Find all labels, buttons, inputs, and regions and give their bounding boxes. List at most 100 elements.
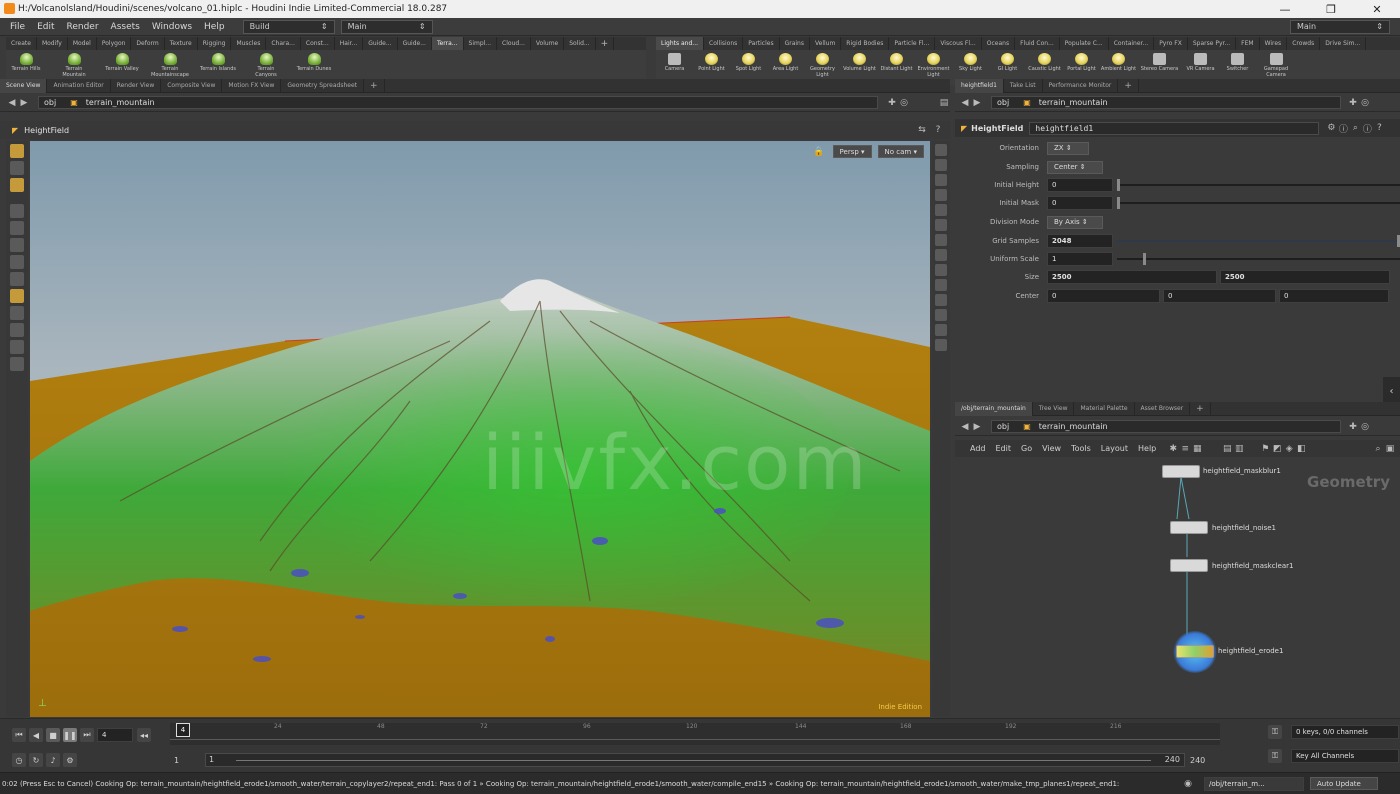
add-shelf-tab-icon[interactable]: + xyxy=(596,37,615,50)
brush-icon[interactable] xyxy=(10,340,24,354)
search-icon[interactable]: ⌕ xyxy=(1372,443,1384,455)
jump-start-icon[interactable]: ⏮ xyxy=(12,728,26,742)
grid-samples-field[interactable]: 2048 xyxy=(1047,234,1113,248)
back-arrow-icon[interactable]: ◀ xyxy=(959,97,971,109)
shelf-tab-rigging[interactable]: Rigging xyxy=(198,37,232,50)
network-menu-help[interactable]: Help xyxy=(1133,444,1161,453)
table-icon[interactable]: ▥ xyxy=(1233,443,1245,455)
network-menu-layout[interactable]: Layout xyxy=(1096,444,1133,453)
tool-geometry-light[interactable]: Geometry Light xyxy=(804,50,841,78)
background-icon[interactable] xyxy=(935,204,947,216)
right-desktop-dropdown[interactable]: Main ⇕ xyxy=(1290,19,1390,34)
pin-icon[interactable]: ✚ xyxy=(886,97,898,109)
network-menu-view[interactable]: View xyxy=(1037,444,1066,453)
link-icon[interactable]: ◎ xyxy=(1359,97,1371,109)
timeline-track[interactable]: 4 24 48 72 96 120 144 168 192 216 xyxy=(170,723,1220,745)
tool-caustic-light[interactable]: Caustic Light xyxy=(1026,50,1063,72)
play-forward-icon[interactable]: ❚❚ xyxy=(63,728,77,742)
ghost-icon[interactable] xyxy=(935,294,947,306)
uniform-scale-slider[interactable] xyxy=(1117,253,1400,265)
magnet-icon[interactable] xyxy=(10,323,24,337)
tool-stereo-camera[interactable]: Stereo Camera xyxy=(1137,50,1182,72)
back-arrow-icon[interactable]: ◀ xyxy=(959,421,971,433)
left-path-field[interactable]: obj ▣ terrain_mountain xyxy=(38,96,878,109)
forward-arrow-icon[interactable]: ▶ xyxy=(971,421,983,433)
tool-switcher[interactable]: Switcher xyxy=(1219,50,1256,72)
visibility-icon[interactable] xyxy=(935,189,947,201)
handle-tool-icon[interactable] xyxy=(10,178,24,192)
isolate-icon[interactable] xyxy=(935,339,947,351)
shelf-tab-simple[interactable]: Simpl... xyxy=(464,37,498,50)
tool-gi-light[interactable]: GI Light xyxy=(989,50,1026,72)
shelf-tab-particles[interactable]: Particles xyxy=(743,37,780,50)
shelf-tab-wires[interactable]: Wires xyxy=(1260,37,1288,50)
tool-terrain-dunes[interactable]: Terrain Dunes xyxy=(294,50,334,72)
guides-icon[interactable] xyxy=(935,219,947,231)
back-arrow-icon[interactable]: ◀ xyxy=(6,97,18,109)
node-heightfield-erode1[interactable] xyxy=(1176,645,1214,658)
play-reverse-icon[interactable]: ◀ xyxy=(29,728,43,742)
lighting-icon[interactable] xyxy=(935,174,947,186)
range-slider[interactable]: 1 240 xyxy=(205,753,1185,767)
shelf-tab-lights[interactable]: Lights and... xyxy=(656,37,705,50)
menu-windows[interactable]: Windows xyxy=(146,22,198,32)
shelf-tab-populate-containers[interactable]: Populate C... xyxy=(1060,37,1109,50)
sculpt-icon[interactable] xyxy=(10,357,24,371)
forward-arrow-icon[interactable]: ▶ xyxy=(971,97,983,109)
stop-icon[interactable]: ■ xyxy=(46,728,60,742)
tab-motion-fx-view[interactable]: Motion FX View xyxy=(222,78,282,93)
realtime-icon[interactable]: ◷ xyxy=(12,753,26,767)
list-icon[interactable]: ≡ xyxy=(1179,443,1191,455)
network-menu-go[interactable]: Go xyxy=(1016,444,1037,453)
help-icon[interactable]: ? xyxy=(1373,122,1385,134)
network-path-field[interactable]: obj ▣ terrain_mountain xyxy=(991,420,1341,433)
center-x-field[interactable]: 0 xyxy=(1047,289,1160,303)
initial-mask-field[interactable]: 0 xyxy=(1047,196,1113,210)
tool-environment-light[interactable]: Environment Light xyxy=(915,50,952,78)
auto-update-button[interactable]: Auto Update xyxy=(1310,777,1378,790)
search-icon[interactable]: ⌕ xyxy=(1349,122,1361,134)
tab-network-path[interactable]: /obj/terrain_mountain xyxy=(955,401,1033,416)
key-all-channels-button[interactable]: Key All Channels xyxy=(1291,749,1399,763)
forward-arrow-icon[interactable]: ▶ xyxy=(18,97,30,109)
shelf-tab-muscles[interactable]: Muscles xyxy=(231,37,267,50)
node-heightfield-noise1[interactable] xyxy=(1170,521,1208,534)
tool-camera[interactable]: Camera xyxy=(656,50,693,72)
jump-end-icon[interactable]: ⏭ xyxy=(80,728,94,742)
tab-scene-view[interactable]: Scene View xyxy=(0,78,48,93)
network-menu-add[interactable]: Add xyxy=(965,444,991,453)
initial-height-field[interactable]: 0 xyxy=(1047,178,1113,192)
shelf-tab-collisions[interactable]: Collisions xyxy=(704,37,744,50)
tab-tree-view[interactable]: Tree View xyxy=(1033,401,1075,416)
shelf-tab-crowds[interactable]: Crowds xyxy=(1287,37,1321,50)
shelf-tab-particle-fluids[interactable]: Particle Fl... xyxy=(889,37,936,50)
tool-terrain-canyons[interactable]: Terrain Canyons xyxy=(246,50,286,78)
palette-icon[interactable]: ◈ xyxy=(1283,443,1295,455)
center-y-field[interactable]: 0 xyxy=(1163,289,1276,303)
snap-icon[interactable]: ⇆ xyxy=(916,124,928,136)
tool-portal-light[interactable]: Portal Light xyxy=(1063,50,1100,72)
pin-icon[interactable]: ✚ xyxy=(1347,97,1359,109)
tab-performance-monitor[interactable]: Performance Monitor xyxy=(1043,78,1119,93)
shelf-tab-sparse-pyro[interactable]: Sparse Pyr... xyxy=(1188,37,1237,50)
step-back-icon[interactable]: ◂◂ xyxy=(137,728,151,742)
tool-spot-light[interactable]: Spot Light xyxy=(730,50,767,72)
tool-terrain-islands[interactable]: Terrain Islands xyxy=(198,50,238,72)
node-name-field[interactable]: heightfield1 xyxy=(1029,121,1320,135)
snap-grid-icon[interactable] xyxy=(10,306,24,320)
tab-render-view[interactable]: Render View xyxy=(111,78,162,93)
shelf-tab-characters[interactable]: Chara... xyxy=(266,37,301,50)
xray-icon[interactable] xyxy=(935,324,947,336)
tab-take-list[interactable]: Take List xyxy=(1004,78,1043,93)
pose-icon[interactable] xyxy=(10,289,24,303)
shelf-tab-deform[interactable]: Deform xyxy=(131,37,165,50)
tool-vr-camera[interactable]: VR Camera xyxy=(1182,50,1219,72)
shelf-tab-guide[interactable]: Guide... xyxy=(363,37,398,50)
param-path-field[interactable]: obj ▣ terrain_mountain xyxy=(991,96,1341,109)
uniform-scale-field[interactable]: 1 xyxy=(1047,252,1113,266)
shelf-tab-grains[interactable]: Grains xyxy=(780,37,810,50)
shelf-tab-model[interactable]: Model xyxy=(68,37,97,50)
move-icon[interactable] xyxy=(10,238,24,252)
pane-menu-icon[interactable]: ▤ xyxy=(938,97,950,109)
center-z-field[interactable]: 0 xyxy=(1279,289,1389,303)
